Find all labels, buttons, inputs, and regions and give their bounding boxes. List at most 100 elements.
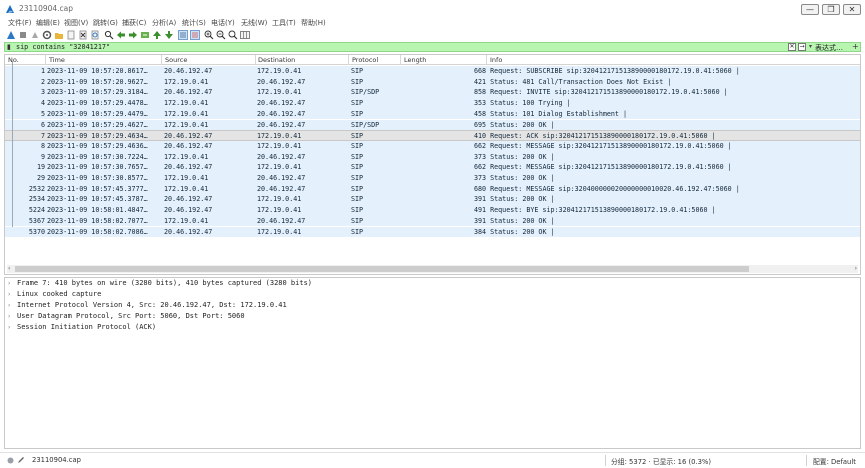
close-button[interactable]: ✕ [843,4,861,15]
packet-row[interactable]: 29 2023-11-09 10:57:30.8577… 172.19.0.41 20… [5,173,860,184]
column-divider[interactable] [255,55,256,65]
apply-filter-button[interactable]: → [798,43,806,51]
packet-row[interactable]: 5224 2023-11-09 10:58:01.4847… 20.46.192.4… [5,205,860,216]
column-divider[interactable] [486,55,487,65]
autoscroll-icon[interactable] [178,30,188,40]
menu-file[interactable]: 文件(F) [8,18,32,28]
col-info[interactable]: Info [490,56,502,64]
packet-row[interactable]: 9 2023-11-09 10:57:30.7224… 172.19.0.41 20.… [5,151,860,163]
menu-view[interactable]: 视图(V) [64,18,88,28]
detail-row-frame[interactable]: › Frame 7: 410 bytes on wire (3280 bits),… [8,279,312,289]
packet-row[interactable]: 2534 2023-11-09 10:57:45.3787… 20.46.192.4… [5,194,860,206]
packet-cell-no: 1 [40,67,45,75]
menu-telephony[interactable]: 电话(Y) [211,18,235,28]
expression-button[interactable]: 表达式… [815,43,843,53]
menu-capture[interactable]: 捕获(C) [122,18,146,28]
menu-edit[interactable]: 编辑(E) [36,18,60,28]
detail-row-sip[interactable]: › Session Initiation Protocol (ACK) [8,323,156,333]
col-source[interactable]: Source [165,56,187,64]
clear-filter-button[interactable]: ✕ [788,43,796,51]
minimize-button[interactable]: — [801,4,819,15]
horizontal-scrollbar[interactable]: ‹ › [7,265,858,273]
menu-tools[interactable]: 工具(T) [272,18,296,28]
scroll-right-icon[interactable]: › [855,265,857,272]
menu-bar: 文件(F) 编辑(E) 视图(V) 跳转(G) 捕获(C) 分析(A) 统计(S… [0,17,865,29]
zoom-out-icon[interactable] [216,30,226,40]
packet-row[interactable]: 5370 2023-11-09 10:58:02.7086… 20.46.192.4… [5,226,860,238]
packet-row[interactable]: 8 2023-11-09 10:57:29.4636… 20.46.192.47 17… [5,140,860,152]
column-divider[interactable] [45,55,46,65]
packet-cell-no: 2534 [28,195,45,204]
packet-row[interactable]: 6 2023-11-09 10:57:29.4627… 172.19.0.41 20.… [5,119,860,131]
scroll-left-icon[interactable]: ‹ [8,265,10,272]
packet-cell-dst: 172.19.0.41 [257,206,302,215]
expand-arrow-icon[interactable]: › [8,313,17,320]
display-filter-input[interactable]: sip contains "32041217" [16,43,110,51]
maximize-button[interactable]: ❐ [822,4,840,15]
detail-row-linux-cooked[interactable]: › Linux cooked capture [8,290,101,300]
packet-row[interactable]: 7 2023-11-09 10:57:29.4634… 20.46.192.47 17… [5,130,860,141]
packet-cell-dst: 172.19.0.41 [257,163,302,172]
go-to-packet-icon[interactable] [140,30,150,40]
last-packet-icon[interactable] [164,30,174,40]
scrollbar-thumb[interactable] [15,266,749,272]
column-divider[interactable] [400,55,401,65]
find-packet-icon[interactable] [104,30,114,40]
packet-row[interactable]: 5367 2023-11-09 10:58:02.7077… 172.19.0.41… [5,215,860,227]
colorize-icon[interactable] [190,30,200,40]
packet-row[interactable]: 1 2023-11-09 10:57:20.8617… 20.46.192.47 17… [5,66,860,77]
resize-columns-icon[interactable] [240,30,250,40]
col-time[interactable]: Time [49,56,65,64]
expand-arrow-icon[interactable]: › [8,280,17,287]
packet-cell-proto: SIP [351,132,364,141]
packet-cell-time: 2023-11-09 10:57:29.3184… [47,88,148,97]
capture-options-icon[interactable] [42,30,52,40]
packet-row[interactable]: 2532 2023-11-09 10:57:45.3777… 172.19.0.41… [5,183,860,195]
menu-analyze[interactable]: 分析(A) [152,18,176,28]
packet-cell-src: 20.46.192.47 [164,227,213,236]
filter-history-dropdown[interactable]: ▾ [809,43,812,50]
packet-row[interactable]: 2 2023-11-09 10:57:20.9627… 172.19.0.41 20.… [5,76,860,88]
go-forward-icon[interactable] [128,30,138,40]
zoom-normal-icon[interactable] [228,30,238,40]
capture-comment-icon[interactable] [17,456,25,464]
col-length[interactable]: Length [404,56,426,64]
detail-row-udp[interactable]: › User Datagram Protocol, Src Port: 5060,… [8,312,245,322]
bookmark-icon[interactable]: ▮ [7,43,11,51]
status-profile[interactable]: 配置: Default [813,456,856,466]
start-capture-icon[interactable] [6,30,16,40]
expert-info-icon[interactable] [7,457,14,464]
column-divider[interactable] [348,55,349,65]
packet-cell-time: 2023-11-09 10:57:29.4627… [47,120,148,129]
expand-arrow-icon[interactable]: › [8,302,17,309]
add-filter-button[interactable]: + [852,42,859,51]
first-packet-icon[interactable] [152,30,162,40]
detail-row-ipv4[interactable]: › Internet Protocol Version 4, Src: 20.46… [8,301,287,311]
col-no[interactable]: No. [8,56,19,64]
display-filter-bar[interactable]: ▮ sip contains "32041217" ✕ → ▾ [4,42,861,52]
menu-help[interactable]: 帮助(H) [301,18,326,28]
close-file-icon[interactable] [78,30,88,40]
stop-capture-icon[interactable] [18,30,28,40]
expand-arrow-icon[interactable]: › [8,291,17,298]
open-file-icon[interactable] [54,30,64,40]
col-destination[interactable]: Destination [258,56,295,64]
reload-file-icon[interactable] [90,30,100,40]
packet-cell-src: 20.46.192.47 [164,141,213,150]
save-file-icon[interactable] [66,30,76,40]
restart-capture-icon[interactable] [30,30,40,40]
packet-cell-src: 20.46.192.47 [164,206,213,215]
menu-go[interactable]: 跳转(G) [93,18,118,28]
packet-row[interactable]: 4 2023-11-09 10:57:29.4478… 172.19.0.41 20.… [5,98,860,109]
packet-row[interactable]: 5 2023-11-09 10:57:29.4479… 172.19.0.41 20.… [5,108,860,120]
packet-row[interactable]: 3 2023-11-09 10:57:29.3184… 20.46.192.47 17… [5,87,860,99]
packet-cell-dst: 20.46.192.47 [257,184,306,193]
packet-row[interactable]: 19 2023-11-09 10:57:30.7657… 20.46.192.47 1… [5,162,860,173]
go-back-icon[interactable] [116,30,126,40]
column-divider[interactable] [161,55,162,65]
expand-arrow-icon[interactable]: › [8,324,17,331]
menu-statistics[interactable]: 统计(S) [182,18,206,28]
zoom-in-icon[interactable] [204,30,214,40]
col-protocol[interactable]: Protocol [352,56,378,64]
menu-wireless[interactable]: 无线(W) [241,18,267,28]
